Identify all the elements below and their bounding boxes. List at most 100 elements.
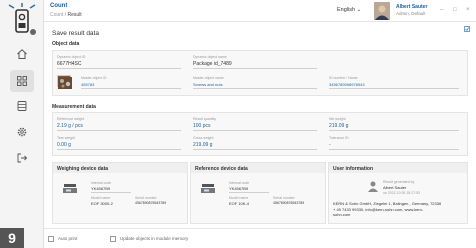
serial-number-value: 4567890876543789 xyxy=(273,201,305,205)
internal-code-label: Internal code xyxy=(229,181,250,185)
app-title: Count xyxy=(50,3,68,9)
apps-grid-icon xyxy=(17,76,27,86)
result-generated-name: Albert Sauter xyxy=(383,185,407,190)
field-underline xyxy=(193,149,317,150)
model-name-label: Model name xyxy=(229,196,249,200)
dynamic-object-name-value[interactable]: Package id_7489 xyxy=(193,61,232,67)
model-name-value: EOF 3000-2 xyxy=(91,201,113,206)
reference-device-title: Reference device data xyxy=(195,166,248,172)
result-quantity-value: 100 pcs xyxy=(193,123,211,129)
dynamic-object-id-value[interactable]: 6677H4SC xyxy=(57,61,81,67)
weighing-device-title: Weighing device data xyxy=(57,166,109,172)
field-underline xyxy=(329,88,459,89)
field-underline xyxy=(57,149,181,150)
object-data-card: Dynamic object ID 6677H4SC Dynamic objec… xyxy=(52,50,468,96)
sidebar: 9 xyxy=(0,0,44,248)
main-content: Save result data Object data Dynamic obj… xyxy=(48,24,472,224)
user-role: Admin, Default xyxy=(396,11,426,16)
close-button[interactable]: × xyxy=(466,7,470,13)
home-icon xyxy=(17,49,27,59)
tolerance-id-label: Tolerance ID xyxy=(329,136,349,140)
database-icon xyxy=(17,101,27,111)
object-data-title: Object data xyxy=(52,41,80,47)
nav-settings[interactable] xyxy=(12,122,32,142)
step-number-badge: 9 xyxy=(0,228,24,248)
result-generated-date: on 2022 10 05 15:27:53 xyxy=(383,191,420,195)
scale-logo-icon xyxy=(8,3,36,35)
nav-logout[interactable] xyxy=(12,148,32,168)
id-number-label: ID number / Name xyxy=(329,76,358,80)
master-object-name-value: Screws and nuts xyxy=(193,82,223,87)
field-underline xyxy=(193,130,317,131)
field-underline xyxy=(91,192,131,193)
weighing-device-card: Weighing device data Internal code YK456… xyxy=(52,162,188,224)
bottom-options-bar: Auto print Update objects in module memo… xyxy=(44,228,476,248)
reference-weight-label: Reference weight xyxy=(57,117,85,121)
minimize-button[interactable]: – xyxy=(440,7,443,13)
reference-weight-value: 2.19 g / pcs xyxy=(57,123,83,129)
nav-home[interactable] xyxy=(12,44,32,64)
language-label: English xyxy=(337,7,356,13)
model-name-label: Model name xyxy=(91,196,111,200)
id-number-value: 3456789098976543 xyxy=(329,82,365,87)
tolerance-id-value: - xyxy=(329,142,331,148)
nav-database[interactable] xyxy=(12,96,32,116)
master-object-id-value: 455783 xyxy=(81,82,95,87)
gross-weight-label: Gross weight xyxy=(193,136,214,140)
master-object-id-label: Master object ID xyxy=(81,76,107,80)
result-generated-label: Result generated by xyxy=(383,180,415,184)
internal-code-value: YK4567B9 xyxy=(91,186,111,191)
master-object-name-label: Master object name xyxy=(193,76,224,80)
result-quantity-label: Result quantity xyxy=(193,117,217,121)
scale-device-icon xyxy=(63,184,77,193)
net-weight-label: Net weight xyxy=(329,117,346,121)
user-icon xyxy=(368,181,378,192)
user-name: Albert Sauter xyxy=(396,4,428,10)
user-information-title: User information xyxy=(333,166,374,172)
app-header: Count Count / Result English ⌄ Albert Sa… xyxy=(44,0,476,22)
company-line-3: sohn.com xyxy=(333,212,351,217)
field-underline xyxy=(229,192,269,193)
measurement-data-card: Reference weight 2.19 g / pcs Result qua… xyxy=(52,112,468,156)
language-selector[interactable]: English ⌄ xyxy=(337,7,361,13)
maximize-button[interactable]: □ xyxy=(453,7,457,13)
field-underline xyxy=(81,88,181,89)
user-photo-icon xyxy=(374,2,390,20)
dynamic-object-name-label: Dynamic object name xyxy=(193,55,227,59)
field-underline xyxy=(329,130,459,131)
user-information-card: User information Result generated by Alb… xyxy=(328,162,468,224)
auto-print-label: Auto print xyxy=(58,236,78,241)
update-memory-checkbox[interactable] xyxy=(110,236,116,242)
company-info: KERN & Sohn GmbH, Ziegelei 1, Balingen ,… xyxy=(333,201,467,218)
avatar[interactable] xyxy=(374,2,390,20)
breadcrumb-root[interactable]: Count xyxy=(50,12,63,18)
field-underline xyxy=(57,130,181,131)
model-name-value: EOF 10K-4 xyxy=(229,201,250,206)
screws-image-icon xyxy=(58,77,72,89)
dynamic-object-id-label: Dynamic object ID xyxy=(57,55,86,59)
internal-code-label: Internal code xyxy=(91,181,112,185)
breadcrumb-current: Result xyxy=(67,12,82,18)
logout-icon xyxy=(17,153,28,163)
serial-number-label: Serial number xyxy=(273,196,295,200)
field-underline xyxy=(57,68,181,69)
serial-number-value: 4567890876543789 xyxy=(135,201,167,205)
field-underline xyxy=(193,88,317,89)
tare-weight-label: Tare weight xyxy=(57,136,75,140)
auto-print-checkbox[interactable] xyxy=(48,236,54,242)
object-thumbnail xyxy=(57,75,72,89)
scale-device-icon xyxy=(201,184,215,193)
measurement-data-title: Measurement data xyxy=(52,104,96,110)
update-memory-label: Update objects in module memory xyxy=(120,236,189,241)
tare-weight-value: 0.00 g xyxy=(57,142,71,148)
field-underline xyxy=(193,68,317,69)
serial-number-label: Serial number xyxy=(135,196,157,200)
breadcrumb: Count / Result xyxy=(50,12,82,18)
nav-apps[interactable] xyxy=(10,70,34,92)
net-weight-value: 219.09 g xyxy=(329,123,349,129)
reference-device-card: Reference device data Internal code YK45… xyxy=(190,162,326,224)
page-title: Save result data xyxy=(52,30,99,37)
collapse-icon[interactable] xyxy=(464,26,470,32)
gear-icon xyxy=(17,127,27,137)
gross-weight-value: 219.09 g xyxy=(193,142,213,148)
